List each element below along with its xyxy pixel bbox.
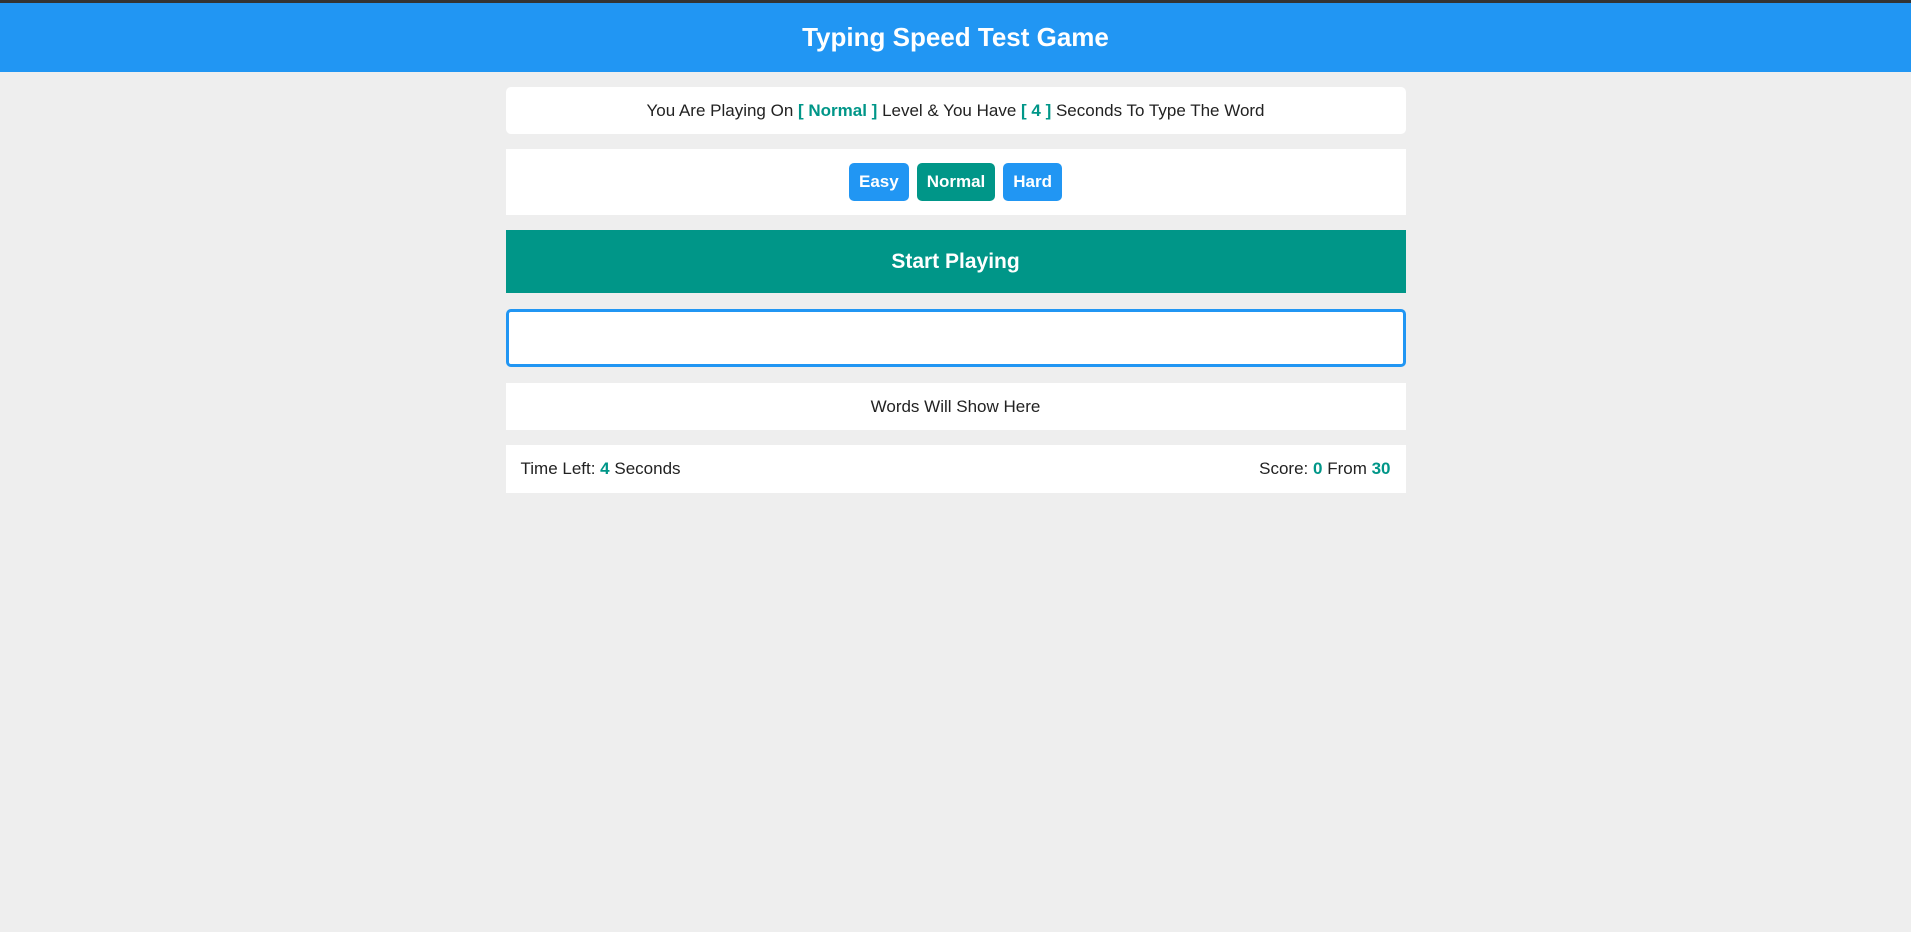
time-left-unit: Seconds — [609, 459, 681, 478]
message-level: [ Normal ] — [798, 100, 878, 120]
level-selector: Easy Normal Hard — [505, 149, 1406, 215]
score-from: From — [1322, 459, 1372, 478]
time-left-value: 4 — [600, 459, 610, 478]
time-left-label: Time Left: — [520, 459, 601, 478]
typing-input[interactable] — [505, 309, 1406, 367]
score-label: Score: — [1259, 459, 1313, 478]
score-total: 30 — [1371, 459, 1391, 478]
page-header: Typing Speed Test Game — [0, 3, 1911, 72]
game-container: You Are Playing On [ Normal ] Level & Yo… — [505, 72, 1406, 493]
message-prefix: You Are Playing On — [646, 100, 798, 120]
normal-level-button[interactable]: Normal — [916, 163, 996, 201]
level-message: You Are Playing On [ Normal ] Level & Yo… — [505, 87, 1406, 134]
words-placeholder: Words Will Show Here — [870, 396, 1041, 416]
start-playing-button[interactable]: Start Playing — [505, 230, 1406, 293]
message-middle: Level & You Have — [877, 100, 1022, 120]
easy-level-button[interactable]: Easy — [848, 163, 909, 201]
message-seconds: [ 4 ] — [1021, 100, 1052, 120]
game-stats: Time Left: 4 Seconds Score: 0 From 30 — [505, 445, 1406, 493]
hard-level-button[interactable]: Hard — [1003, 163, 1062, 201]
score: Score: 0 From 30 — [1259, 459, 1390, 479]
message-suffix: Seconds To Type The Word — [1051, 100, 1265, 120]
time-left: Time Left: 4 Seconds — [521, 459, 681, 479]
upcoming-words: Words Will Show Here — [505, 383, 1406, 430]
start-playing-label: Start Playing — [891, 249, 1020, 273]
page-title: Typing Speed Test Game — [802, 22, 1109, 52]
